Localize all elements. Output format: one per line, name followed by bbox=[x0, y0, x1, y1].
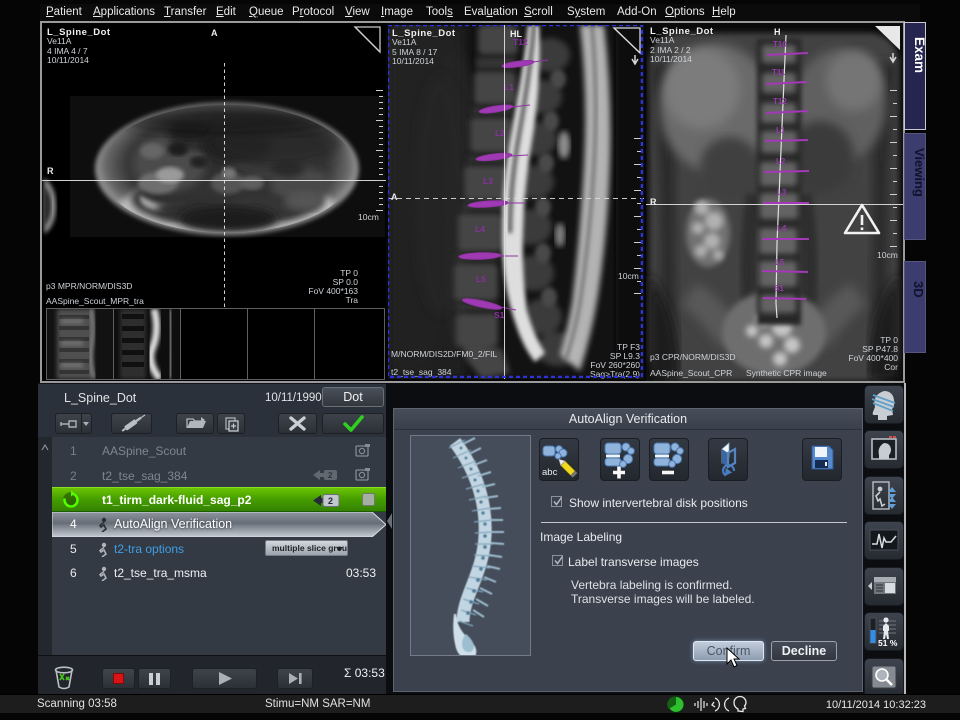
svg-text:51 %: 51 % bbox=[878, 638, 898, 648]
svg-text:S1: S1 bbox=[774, 284, 784, 293]
svg-text:T12: T12 bbox=[773, 97, 787, 106]
svg-text:L1: L1 bbox=[776, 126, 786, 135]
svg-text:L4: L4 bbox=[777, 224, 787, 233]
svg-text:L3: L3 bbox=[483, 176, 493, 186]
svg-text:T10: T10 bbox=[773, 40, 787, 49]
svg-text:L5: L5 bbox=[775, 258, 785, 267]
svg-text:L1: L1 bbox=[504, 82, 514, 92]
svg-text:S1: S1 bbox=[494, 310, 505, 320]
svg-text:L4: L4 bbox=[475, 224, 485, 234]
svg-text:2: 2 bbox=[328, 471, 333, 480]
svg-text:T11: T11 bbox=[772, 68, 786, 77]
svg-text:abc: abc bbox=[542, 467, 558, 478]
svg-text:L2: L2 bbox=[495, 128, 505, 138]
svg-text:2: 2 bbox=[328, 496, 333, 506]
svg-text:L5: L5 bbox=[476, 274, 486, 284]
svg-text:L2: L2 bbox=[776, 157, 786, 166]
svg-text:L3: L3 bbox=[777, 188, 787, 197]
